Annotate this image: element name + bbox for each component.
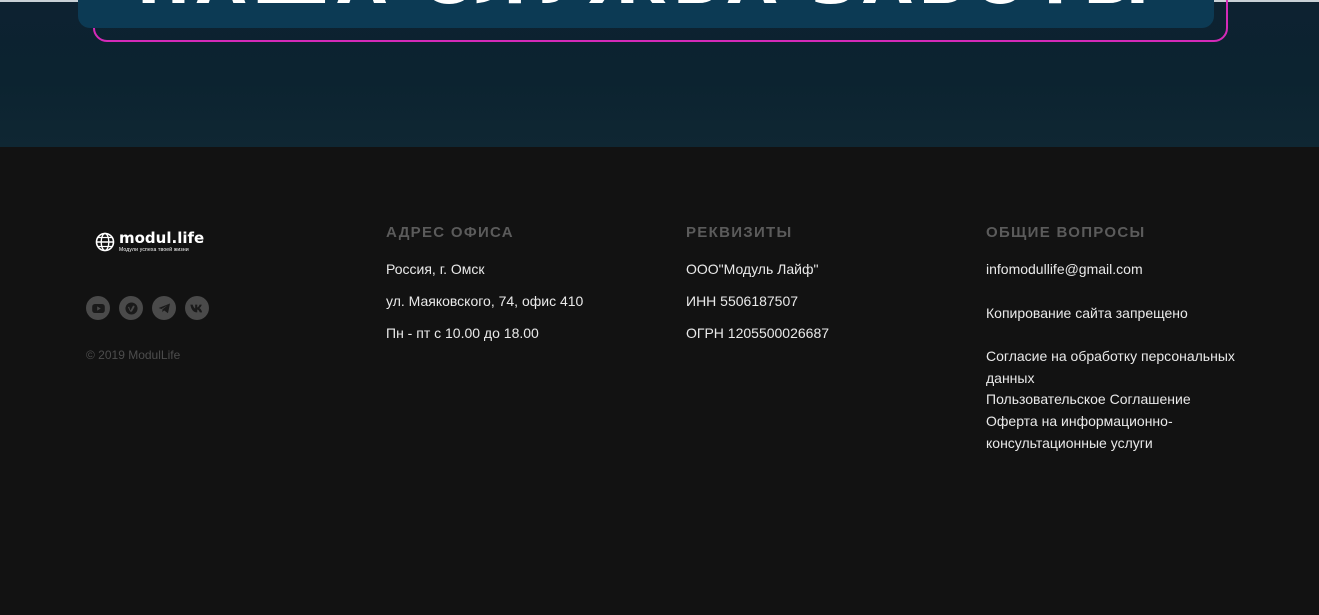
vk-link[interactable]	[185, 296, 209, 320]
address-country-city: Россия, г. Омск	[386, 261, 485, 277]
general-heading: ОБЩИЕ ВОПРОСЫ	[986, 224, 1146, 241]
hero-section: НАША СЛУЖБА ЗАБОТЫ	[0, 0, 1319, 147]
footer: modul.life Модули успеха твоей жизни © 2…	[0, 147, 1319, 615]
logo-name: modul.life	[119, 229, 205, 247]
address-heading: АДРЕС ОФИСА	[386, 224, 514, 241]
personal-data-consent-link[interactable]: Согласие на обработку персональных	[986, 345, 1235, 367]
globe-icon	[95, 232, 115, 252]
user-agreement-link[interactable]: Пользовательское Соглашение	[986, 388, 1191, 410]
youtube-icon	[91, 303, 105, 313]
requisites-company: ООО"Модуль Лайф"	[686, 261, 819, 277]
vimeo-icon	[124, 301, 138, 315]
requisites-heading: РЕКВИЗИТЫ	[686, 224, 793, 241]
hero-title: НАША СЛУЖБА ЗАБОТЫ	[78, 0, 1214, 14]
vk-icon	[190, 304, 203, 312]
page: НАША СЛУЖБА ЗАБОТЫ modul.life Модули усп…	[0, 0, 1319, 615]
telegram-link[interactable]	[152, 296, 176, 320]
copyright: © 2019 ModulLife	[86, 348, 181, 362]
hero-banner: НАША СЛУЖБА ЗАБОТЫ	[78, 0, 1214, 28]
email-link[interactable]: infomodullife@gmail.com	[986, 258, 1143, 280]
address-street: ул. Маяковского, 74, офис 410	[386, 293, 584, 309]
offer-link-cont[interactable]: консультационные услуги	[986, 432, 1153, 454]
logo[interactable]: modul.life Модули успеха твоей жизни	[95, 230, 215, 254]
requisites-inn: ИНН 5506187507	[686, 293, 799, 309]
offer-link[interactable]: Оферта на информационно-	[986, 410, 1173, 432]
requisites-ogrn: ОГРН 1205500026687	[686, 325, 830, 341]
telegram-icon	[158, 303, 170, 313]
copy-notice: Копирование сайта запрещено	[986, 305, 1188, 321]
youtube-link[interactable]	[86, 296, 110, 320]
social-links	[86, 296, 209, 320]
vimeo-link[interactable]	[119, 296, 143, 320]
personal-data-consent-link-cont[interactable]: данных	[986, 367, 1034, 389]
address-hours: Пн - пт с 10.00 до 18.00	[386, 325, 539, 341]
logo-tagline: Модули успеха твоей жизни	[119, 247, 189, 253]
